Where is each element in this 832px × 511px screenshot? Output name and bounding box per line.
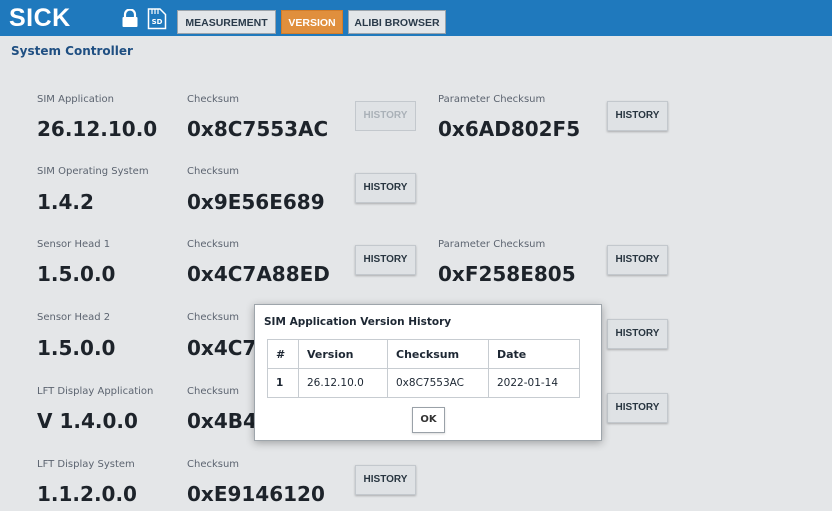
ok-button[interactable]: OK: [412, 407, 445, 433]
table-cell: 2022-01-14: [488, 368, 580, 398]
table-cell: 1: [267, 368, 299, 398]
table-cell: 26.12.10.0: [298, 368, 388, 398]
checksum-label: Checksum: [187, 459, 240, 470]
section-title: System Controller: [11, 44, 133, 58]
parameter-history-button[interactable]: HISTORY: [607, 101, 668, 131]
tab-version[interactable]: VERSION: [281, 10, 343, 34]
parameter-checksum-value: 0xF258E805: [438, 262, 576, 286]
row-value: 26.12.10.0: [37, 117, 158, 141]
checksum-label: Checksum: [187, 239, 240, 250]
row-value: 1.5.0.0: [37, 336, 116, 360]
parameter-history-button[interactable]: HISTORY: [607, 245, 668, 275]
tab-alibi-browser[interactable]: ALIBI BROWSER: [348, 10, 446, 34]
history-button-disabled: HISTORY: [355, 101, 416, 131]
dialog-title: SIM Application Version History: [264, 316, 452, 328]
checksum-value: 0x8C7553AC: [187, 117, 329, 141]
table-row: 1 26.12.10.0 0x8C7553AC 2022-01-14: [267, 368, 580, 398]
checksum-label: Checksum: [187, 94, 240, 105]
history-button[interactable]: HISTORY: [355, 173, 416, 203]
version-history-dialog: SIM Application Version History # Versio…: [254, 304, 602, 441]
checksum-label: Checksum: [187, 166, 240, 177]
sd-label: SD: [152, 18, 163, 26]
row-value: V 1.4.0.0: [37, 409, 138, 433]
checksum-value: 0x4C7/: [187, 336, 264, 360]
col-header: Checksum: [387, 339, 489, 369]
row-value: 1.1.2.0.0: [37, 482, 137, 506]
col-header: #: [267, 339, 299, 369]
table-cell: 0x8C7553AC: [387, 368, 489, 398]
row-label: Sensor Head 2: [37, 312, 111, 323]
parameter-checksum-label: Parameter Checksum: [438, 239, 546, 250]
checksum-value: 0x9E56E689: [187, 190, 325, 214]
sick-logo: SICK: [9, 4, 71, 32]
history-button[interactable]: HISTORY: [355, 465, 416, 495]
checksum-label: Checksum: [187, 312, 240, 323]
row-label: LFT Display System: [37, 459, 135, 470]
top-bar: SICK SD MEASUREMENT VERSION ALIBI BROWSE…: [0, 0, 832, 36]
col-header: Date: [488, 339, 580, 369]
parameter-checksum-value: 0x6AD802F5: [438, 117, 581, 141]
table-header-row: # Version Checksum Date: [267, 339, 580, 369]
row-label: SIM Application: [37, 94, 114, 105]
col-header: Version: [298, 339, 388, 369]
row-value: 1.5.0.0: [37, 262, 116, 286]
row-label: SIM Operating System: [37, 166, 149, 177]
history-button[interactable]: HISTORY: [355, 245, 416, 275]
parameter-checksum-label: Parameter Checksum: [438, 94, 546, 105]
parameter-history-button[interactable]: HISTORY: [607, 393, 668, 423]
row-value: 1.4.2: [37, 190, 94, 214]
sd-card-icon[interactable]: SD: [147, 6, 167, 34]
checksum-value: 0x4C7A88ED: [187, 262, 330, 286]
tab-measurement[interactable]: MEASUREMENT: [177, 10, 276, 34]
checksum-value: 0xE9146120: [187, 482, 325, 506]
lock-icon[interactable]: [121, 8, 139, 31]
checksum-label: Checksum: [187, 386, 240, 397]
parameter-history-button[interactable]: HISTORY: [607, 319, 668, 349]
history-table: # Version Checksum Date 1 26.12.10.0 0x8…: [267, 339, 580, 398]
checksum-value: 0x4B4: [187, 409, 257, 433]
row-label: Sensor Head 1: [37, 239, 111, 250]
row-label: LFT Display Application: [37, 386, 154, 397]
